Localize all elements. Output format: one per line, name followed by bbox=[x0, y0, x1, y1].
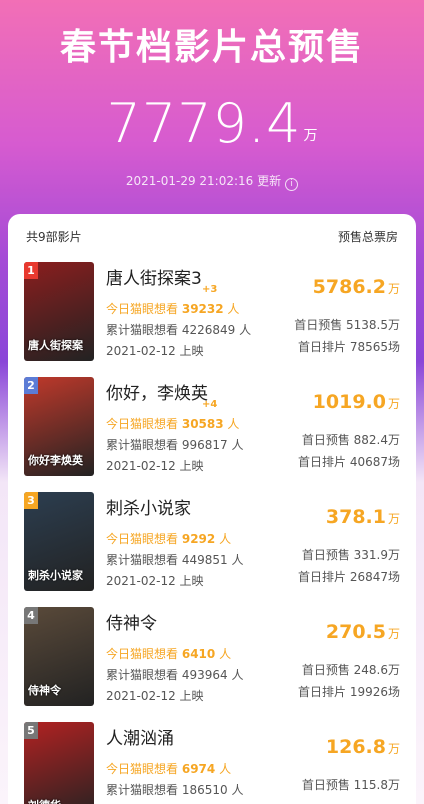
cumulative-want: 累计猫眼想看 493964 人 bbox=[106, 668, 244, 682]
today-want-label: 今日猫眼想看 bbox=[106, 302, 179, 316]
today-want: 今日猫眼想看 6410 人 bbox=[106, 645, 231, 662]
today-want-value: 9292 bbox=[181, 532, 216, 546]
first-day-presale: 首日预售 5138.5万 bbox=[294, 318, 400, 332]
presale-value: 126.8 bbox=[325, 736, 386, 758]
today-want-value: 6974 bbox=[181, 762, 216, 776]
today-want-label: 今日猫眼想看 bbox=[106, 762, 179, 776]
presale-box: 5786.2 万 bbox=[313, 276, 400, 298]
today-want-value: 6410 bbox=[181, 647, 216, 661]
film-row[interactable]: 3 刺杀小说家 刺杀小说家 今日猫眼想看 9292 人累计猫眼想看 449851 人2… bbox=[8, 492, 416, 607]
rank-badge: 2 bbox=[24, 377, 38, 394]
updated-time: 2021-01-29 21:02:16 更新 i bbox=[0, 172, 424, 191]
rank-badge: 1 bbox=[24, 262, 38, 279]
film-name[interactable]: 侍神令 bbox=[106, 609, 157, 634]
presale-box: 270.5 万 bbox=[326, 621, 400, 643]
film-poster[interactable]: 2 你好李焕英 bbox=[24, 377, 94, 476]
today-want: 今日猫眼想看 6974 人 bbox=[106, 760, 231, 777]
presale-unit: 万 bbox=[387, 627, 400, 641]
today-want-label: 今日猫眼想看 bbox=[106, 532, 179, 546]
film-row[interactable]: 1 唐人街探案 唐人街探案3 +3 今日猫眼想看 39232 人累计猫眼想看 42268… bbox=[8, 262, 416, 377]
column-label: 预售总票房 bbox=[337, 230, 398, 244]
film-row[interactable]: 5刘德华人潮汹涌今日猫眼想看 6974 人累计猫眼想看 186510 人126.… bbox=[8, 722, 416, 804]
film-count: 共9部影片 bbox=[26, 230, 82, 244]
first-day-presale: 首日预售 115.8万 bbox=[301, 778, 400, 792]
today-want-value: 30583 bbox=[181, 417, 224, 431]
want-delta: +4 bbox=[202, 399, 218, 410]
first-day-presale: 首日预售 248.6万 bbox=[301, 663, 400, 677]
today-want-unit: 人 bbox=[227, 417, 240, 431]
presale-unit: 万 bbox=[387, 282, 400, 296]
today-want-unit: 人 bbox=[219, 532, 232, 546]
film-poster[interactable]: 1 唐人街探案 bbox=[24, 262, 94, 361]
list-header: 共9部影片 预售总票房 bbox=[8, 214, 416, 250]
today-want-label: 今日猫眼想看 bbox=[106, 417, 179, 431]
film-name[interactable]: 人潮汹涌 bbox=[106, 724, 174, 749]
today-want-unit: 人 bbox=[227, 302, 240, 316]
cumulative-want: 累计猫眼想看 4226849 人 bbox=[106, 323, 252, 337]
film-name[interactable]: 唐人街探案3 bbox=[106, 264, 202, 289]
presale-value: 378.1 bbox=[325, 506, 386, 528]
release-date: 2021-02-12 上映 bbox=[106, 689, 204, 703]
presale-unit: 万 bbox=[387, 397, 400, 411]
first-day-presale: 首日预售 882.4万 bbox=[301, 433, 400, 447]
first-day-screens: 首日排片 19926场 bbox=[298, 685, 400, 699]
first-day-presale: 首日预售 331.9万 bbox=[301, 548, 400, 562]
film-name[interactable]: 刺杀小说家 bbox=[106, 494, 191, 519]
film-poster[interactable]: 5 刘德华 bbox=[24, 722, 94, 804]
today-want: 今日猫眼想看 9292 人 bbox=[106, 530, 231, 547]
first-day-screens: 首日排片 40687场 bbox=[298, 455, 400, 469]
total-presale-unit: 万 bbox=[303, 128, 318, 144]
today-want: 今日猫眼想看 30583 人 bbox=[106, 415, 239, 432]
presale-value: 5786.2 bbox=[312, 276, 386, 298]
film-row[interactable]: 4 侍神令 侍神令 今日猫眼想看 6410 人累计猫眼想看 493964 人 2021-… bbox=[8, 607, 416, 722]
today-want-label: 今日猫眼想看 bbox=[106, 647, 179, 661]
release-date: 2021-02-12 上映 bbox=[106, 344, 204, 358]
release-date: 2021-02-12 上映 bbox=[106, 574, 204, 588]
cumulative-want: 累计猫眼想看 449851 人 bbox=[106, 553, 244, 567]
rank-badge: 5 bbox=[24, 722, 38, 739]
today-want-value: 39232 bbox=[181, 302, 224, 316]
film-name[interactable]: 你好，李焕英 bbox=[106, 379, 208, 404]
cumulative-want: 累计猫眼想看 996817 人 bbox=[106, 438, 244, 452]
film-row[interactable]: 2 你好李焕英 你好，李焕英 +4 今日猫眼想看 30583 人累计猫眼想看 99681… bbox=[8, 377, 416, 492]
today-want: 今日猫眼想看 39232 人 bbox=[106, 300, 239, 317]
rank-badge: 4 bbox=[24, 607, 38, 624]
release-date: 2021-02-12 上映 bbox=[106, 459, 204, 473]
poster-title: 刘德华 bbox=[28, 797, 61, 804]
total-presale: 7779.4 万 bbox=[0, 92, 424, 155]
presale-unit: 万 bbox=[387, 742, 400, 756]
presale-value: 270.5 bbox=[325, 621, 386, 643]
poster-title: 唐人街探案 bbox=[28, 339, 83, 352]
first-day-screens: 首日排片 78565场 bbox=[298, 340, 400, 354]
header: 春节档影片总预售 7779.4 万 2021-01-29 21:02:16 更新 i bbox=[0, 0, 424, 215]
poster-title: 刺杀小说家 bbox=[28, 569, 83, 582]
today-want-unit: 人 bbox=[219, 647, 232, 661]
rank-badge: 3 bbox=[24, 492, 38, 509]
presale-box: 1019.0 万 bbox=[313, 391, 400, 413]
film-list-card: 共9部影片 预售总票房 1 唐人街探案 唐人街探案3 +3 今日猫眼想看 39232 人… bbox=[8, 214, 416, 804]
presale-box: 378.1 万 bbox=[326, 506, 400, 528]
updated-text: 2021-01-29 21:02:16 更新 bbox=[125, 174, 282, 188]
presale-box: 126.8 万 bbox=[326, 736, 400, 758]
poster-title: 你好李焕英 bbox=[28, 454, 83, 467]
film-poster[interactable]: 3 刺杀小说家 bbox=[24, 492, 94, 591]
poster-title: 侍神令 bbox=[28, 684, 61, 697]
presale-unit: 万 bbox=[387, 512, 400, 526]
film-poster[interactable]: 4 侍神令 bbox=[24, 607, 94, 706]
presale-value: 1019.0 bbox=[312, 391, 386, 413]
info-icon[interactable]: i bbox=[285, 178, 299, 191]
first-day-screens: 首日排片 26847场 bbox=[298, 570, 400, 584]
today-want-unit: 人 bbox=[219, 762, 232, 776]
total-presale-value: 7779.4 bbox=[106, 92, 302, 155]
want-delta: +3 bbox=[202, 284, 218, 295]
page-title: 春节档影片总预售 bbox=[59, 27, 364, 68]
cumulative-want: 累计猫眼想看 186510 人 bbox=[106, 783, 244, 797]
